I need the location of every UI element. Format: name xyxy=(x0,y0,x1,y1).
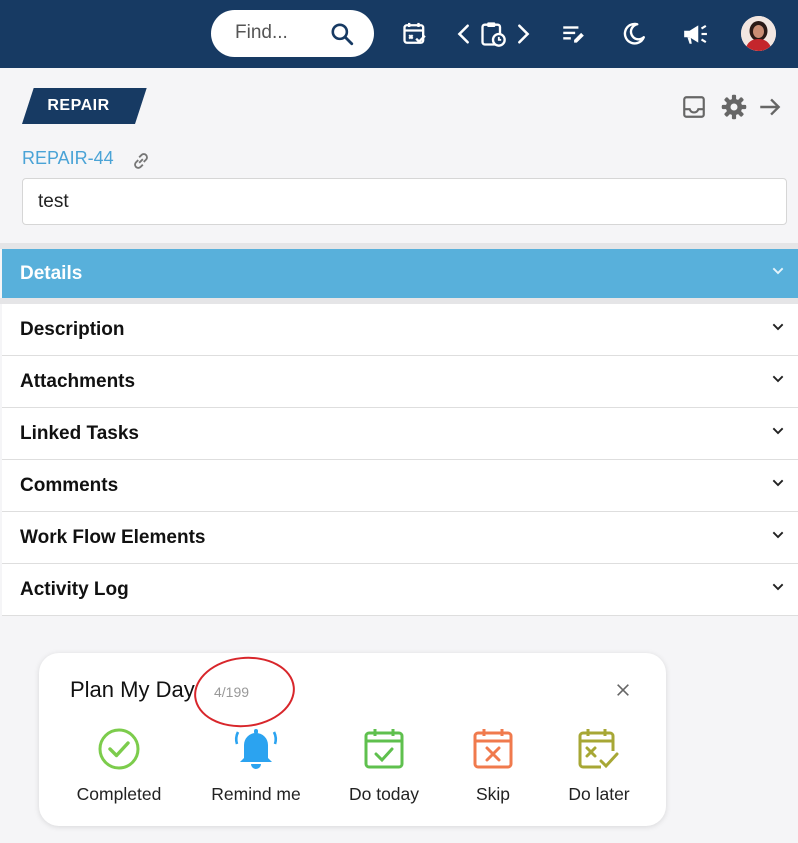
arrow-right-icon[interactable] xyxy=(756,93,784,121)
section-label: Work Flow Elements xyxy=(20,526,206,548)
top-bar xyxy=(0,0,798,68)
section-label: Activity Log xyxy=(20,578,129,600)
section-description[interactable]: Description xyxy=(2,304,798,356)
inbox-icon[interactable] xyxy=(680,93,708,121)
action-label: Remind me xyxy=(211,784,301,804)
do-today-button[interactable]: Do today xyxy=(329,725,439,805)
chevron-down-icon xyxy=(770,579,786,601)
section-activity-log[interactable]: Activity Log xyxy=(2,564,798,616)
completed-button[interactable]: Completed xyxy=(64,725,174,805)
calendar-x-icon xyxy=(469,725,517,772)
notes-edit-icon[interactable] xyxy=(558,19,588,49)
section-label: Comments xyxy=(20,474,119,496)
moon-icon[interactable] xyxy=(619,19,649,49)
clipboard-clock-icon[interactable] xyxy=(478,19,508,49)
calendar-check-icon xyxy=(360,725,408,772)
chevron-left-icon[interactable] xyxy=(449,19,479,49)
do-later-button[interactable]: Do later xyxy=(544,725,654,805)
search-icon[interactable] xyxy=(329,21,355,52)
plan-my-day-card: Plan My Day 4/199 Completed Remind me Do… xyxy=(39,651,666,826)
remind-me-button[interactable]: Remind me xyxy=(201,725,311,805)
ticket-id-link[interactable]: REPAIR-44 xyxy=(22,148,114,169)
action-label: Do later xyxy=(568,784,630,804)
section-work-flow-elements[interactable]: Work Flow Elements xyxy=(2,512,798,564)
skip-button[interactable]: Skip xyxy=(438,725,548,805)
avatar[interactable] xyxy=(741,16,776,51)
section-label: Details xyxy=(20,262,83,284)
close-icon[interactable] xyxy=(613,680,633,700)
section-label: Description xyxy=(20,318,125,340)
annotation-circle xyxy=(190,651,299,733)
section-details[interactable]: Details xyxy=(2,249,798,298)
gear-icon[interactable] xyxy=(720,93,748,121)
section-linked-tasks[interactable]: Linked Tasks xyxy=(2,408,798,460)
chevron-down-icon xyxy=(770,423,786,445)
title-input[interactable] xyxy=(22,178,787,225)
chevron-down-icon xyxy=(770,371,786,393)
megaphone-icon[interactable] xyxy=(680,19,710,49)
section-attachments[interactable]: Attachments xyxy=(2,356,798,408)
search-box[interactable] xyxy=(211,10,374,57)
section-label: Linked Tasks xyxy=(20,422,139,444)
link-icon[interactable] xyxy=(130,150,152,177)
action-label: Do today xyxy=(348,784,420,804)
chevron-down-icon xyxy=(770,475,786,497)
chevron-down-icon xyxy=(770,527,786,549)
type-badge: REPAIR xyxy=(47,97,110,114)
section-label: Attachments xyxy=(20,370,136,392)
chevron-down-icon xyxy=(770,319,786,341)
action-label: Completed xyxy=(76,784,162,804)
bell-icon xyxy=(232,725,280,772)
search-input[interactable] xyxy=(235,19,330,47)
check-circle-icon xyxy=(95,725,143,772)
chevron-right-icon[interactable] xyxy=(508,19,538,49)
section-comments[interactable]: Comments xyxy=(2,460,798,512)
plan-my-day-title: Plan My Day xyxy=(70,677,195,702)
calendar-later-icon xyxy=(575,725,623,772)
chevron-down-icon xyxy=(770,263,786,285)
action-label: Skip xyxy=(475,784,511,804)
calendar-check-icon[interactable] xyxy=(400,19,430,49)
